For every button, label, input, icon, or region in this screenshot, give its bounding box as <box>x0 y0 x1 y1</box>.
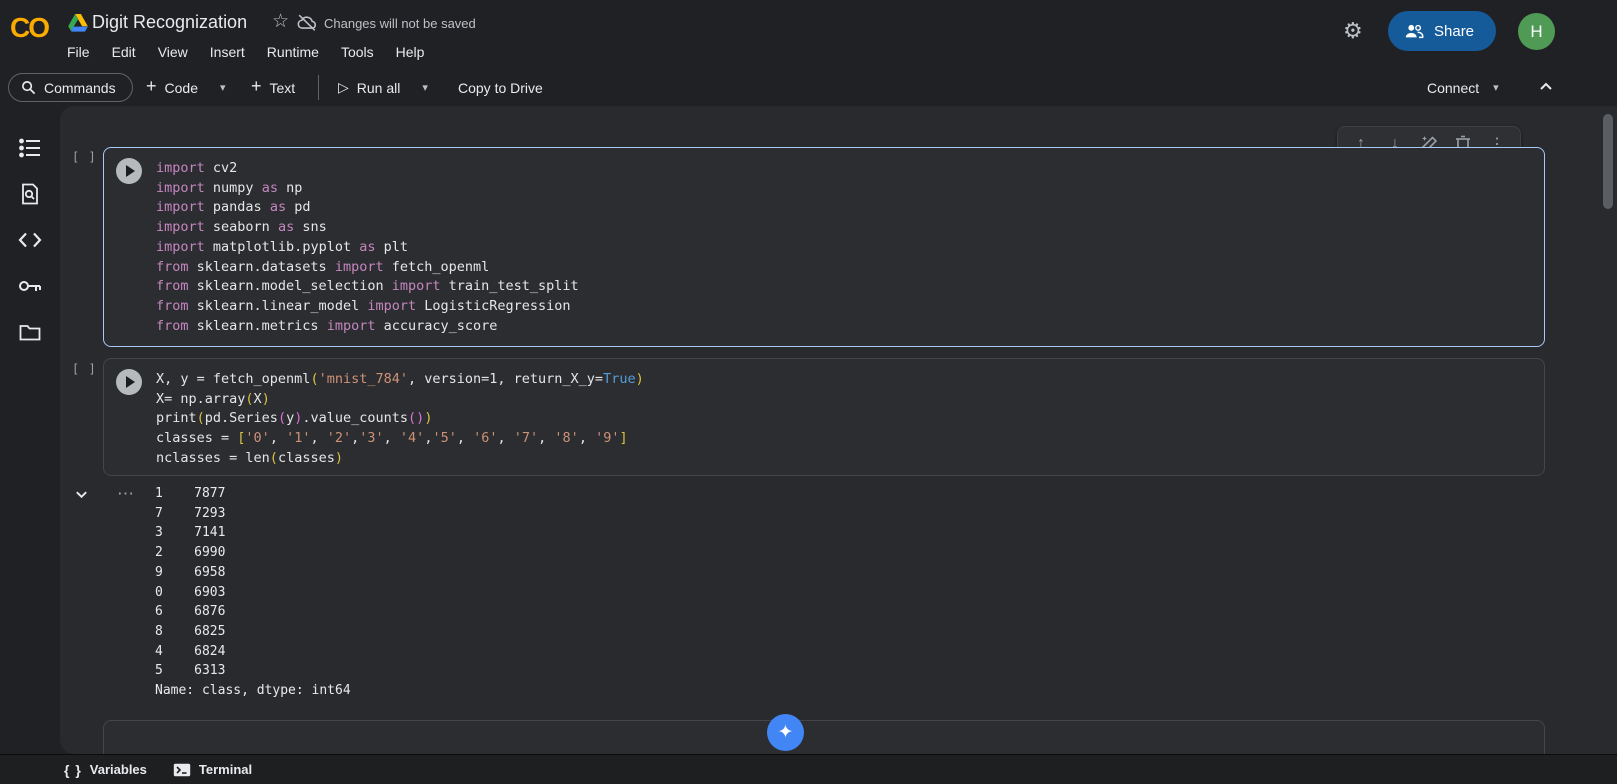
code-cell[interactable]: X, y = fetch_openml('mnist_784', version… <box>103 358 1545 476</box>
chevron-down-icon[interactable]: ▾ <box>422 81 428 94</box>
variables-button[interactable]: { } Variables <box>64 762 147 778</box>
commands-label: Commands <box>44 79 116 96</box>
notebook-title[interactable]: Digit Recognization <box>92 12 247 33</box>
code-snippets-icon[interactable] <box>16 226 44 254</box>
save-status-text: Changes will not be saved <box>324 16 476 31</box>
play-icon: ▷ <box>338 79 349 95</box>
colab-logo-icon[interactable]: CO <box>10 12 50 44</box>
run-cell-button[interactable] <box>116 369 142 395</box>
plus-icon: + <box>251 76 262 96</box>
menu-tools[interactable]: Tools <box>330 40 385 64</box>
secrets-key-icon[interactable] <box>16 272 44 300</box>
share-label: Share <box>1434 22 1475 40</box>
terminal-button[interactable]: Terminal <box>173 762 252 777</box>
share-button[interactable]: Share <box>1388 11 1497 51</box>
run-cell-button[interactable] <box>116 158 142 184</box>
cloud-off-icon <box>296 13 318 33</box>
spark-icon: ✦ <box>777 722 794 743</box>
add-text-button[interactable]: + Text <box>245 73 301 102</box>
cell-output: 1 7877 7 7293 3 7141 2 6990 9 6958 0 6903 6 68… <box>155 486 351 699</box>
drive-icon <box>68 14 88 32</box>
code-cell[interactable]: import cv2 import numpy as np import panda… <box>103 147 1545 347</box>
braces-icon: { } <box>64 761 82 778</box>
find-and-replace-icon[interactable] <box>16 180 44 208</box>
chevron-down-icon[interactable]: ▾ <box>1493 81 1499 94</box>
terminal-icon <box>173 763 191 777</box>
toolbar: Commands + Code ▾ + Text ▷ Run all ▾ Cop… <box>0 70 1617 106</box>
run-all-button[interactable]: ▷ Run all ▾ <box>332 73 434 102</box>
collapse-header-icon[interactable] <box>1538 79 1554 95</box>
header: CO Digit Recognization ☆ Changes will no… <box>0 0 1617 70</box>
plus-icon: + <box>146 76 157 96</box>
menubar: File Edit View Insert Runtime Tools Help <box>56 40 435 64</box>
search-icon <box>21 80 36 95</box>
notebook-pane: ↑ ↓ ⋮ [ ] import cv2 import numpy as np im… <box>60 106 1617 754</box>
avatar[interactable]: H <box>1518 13 1555 50</box>
menu-view[interactable]: View <box>147 40 199 64</box>
collapse-output-icon[interactable] <box>74 487 89 502</box>
connect-button[interactable]: Connect ▾ <box>1427 73 1499 102</box>
star-icon[interactable]: ☆ <box>272 10 289 33</box>
files-folder-icon[interactable] <box>16 318 44 346</box>
code-editor[interactable]: X, y = fetch_openml('mnist_784', version… <box>156 370 644 469</box>
commands-button[interactable]: Commands <box>8 73 133 102</box>
left-sidebar <box>0 106 60 754</box>
menu-help[interactable]: Help <box>385 40 436 64</box>
vertical-scrollbar[interactable] <box>1603 114 1613 209</box>
chevron-down-icon[interactable]: ▾ <box>220 81 226 94</box>
copy-to-drive-button[interactable]: Copy to Drive <box>452 73 549 102</box>
menu-insert[interactable]: Insert <box>199 40 256 64</box>
execution-indicator: [ ] <box>72 150 97 164</box>
menu-runtime[interactable]: Runtime <box>256 40 330 64</box>
code-cell-partial[interactable] <box>103 720 1545 754</box>
menu-file[interactable]: File <box>56 40 101 64</box>
people-icon <box>1404 23 1424 39</box>
toolbar-divider <box>318 75 319 100</box>
table-of-contents-icon[interactable] <box>16 134 44 162</box>
add-code-button[interactable]: + Code ▾ <box>140 73 232 102</box>
execution-indicator: [ ] <box>72 362 97 376</box>
bottom-bar: { } Variables Terminal <box>0 754 1617 784</box>
gemini-spark-button[interactable]: ✦ <box>767 714 804 751</box>
menu-edit[interactable]: Edit <box>101 40 147 64</box>
code-editor[interactable]: import cv2 import numpy as np import panda… <box>156 159 579 336</box>
output-more-horiz-icon[interactable]: ⋯ <box>117 484 135 504</box>
settings-gear-icon[interactable]: ⚙ <box>1343 18 1363 44</box>
